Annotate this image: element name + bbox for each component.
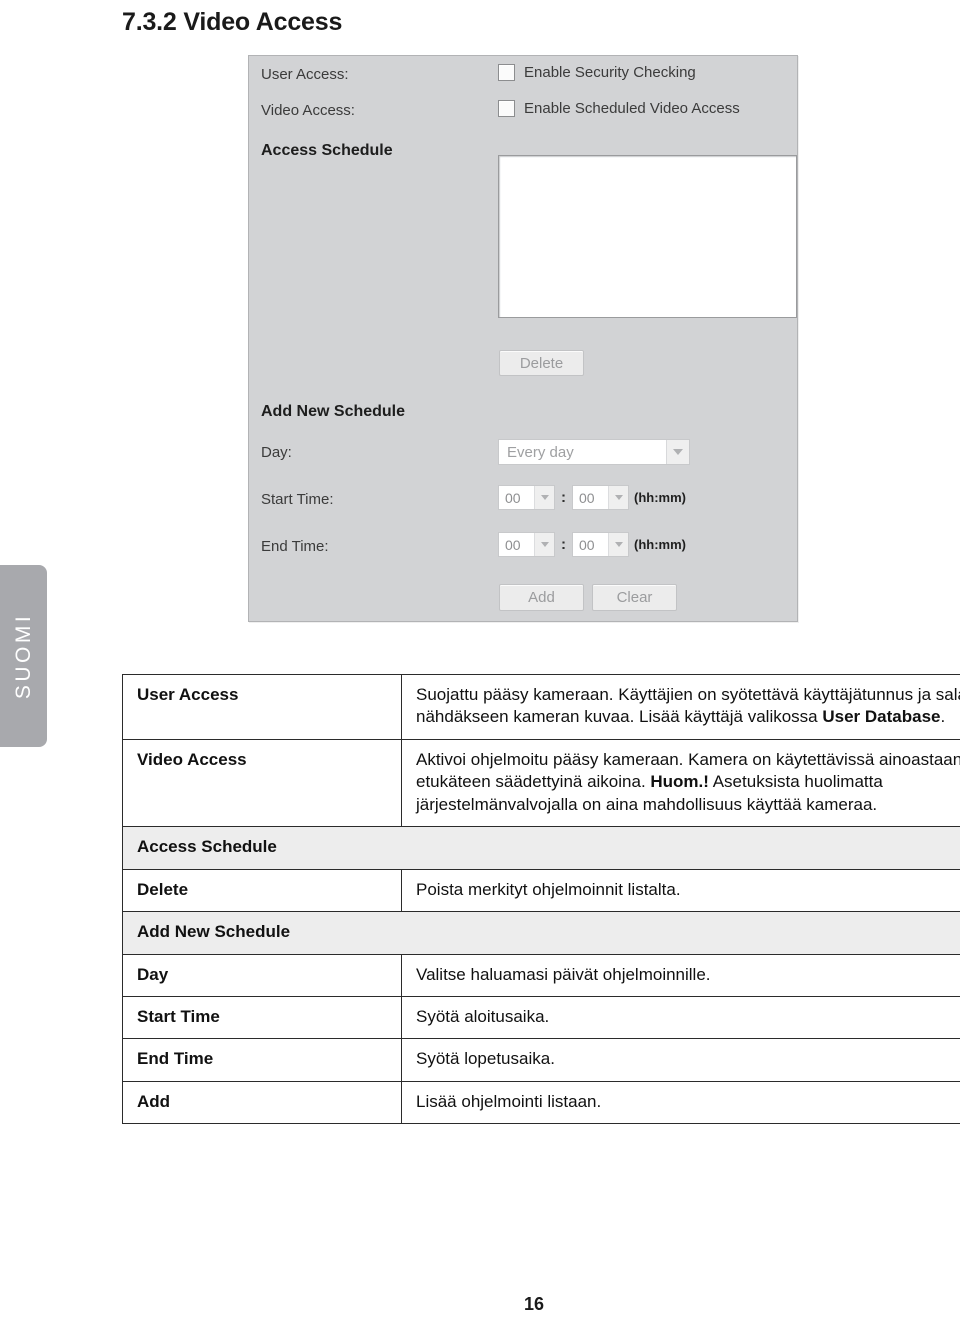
description-text: Syötä aloitusaika. bbox=[416, 1006, 550, 1026]
enable-security-checking-row[interactable]: Enable Security Checking bbox=[498, 64, 696, 81]
table-section-label: Access Schedule bbox=[122, 826, 960, 870]
chevron-down-icon bbox=[666, 440, 689, 464]
description-text: Lisää ohjelmointi listaan. bbox=[416, 1091, 602, 1111]
user-access-label: User Access: bbox=[261, 66, 349, 83]
table-cell-description: Poista merkityt ohjelmoinnit listalta. bbox=[401, 868, 960, 913]
table-cell-description: Suojattu pääsy kameraan. Käyttäjien on s… bbox=[401, 674, 960, 740]
table-cell-term: Video Access bbox=[122, 738, 402, 828]
table-row: Add Lisää ohjelmointi listaan. bbox=[122, 1080, 960, 1125]
chevron-down-icon bbox=[608, 533, 628, 556]
table-cell-description: Syötä aloitusaika. bbox=[401, 995, 960, 1040]
enable-security-checking-checkbox[interactable] bbox=[498, 64, 515, 81]
start-time-label: Start Time: bbox=[261, 491, 334, 508]
description-text: Poista merkityt ohjelmoinnit listalta. bbox=[416, 879, 681, 899]
end-time-label: End Time: bbox=[261, 538, 329, 555]
table-row: Delete Poista merkityt ohjelmoinnit lista… bbox=[122, 868, 960, 913]
language-tab-suomi: SUOMI bbox=[0, 565, 47, 747]
table-cell-term: Delete bbox=[122, 868, 402, 913]
chevron-down-icon bbox=[534, 486, 554, 509]
day-select-value: Every day bbox=[507, 443, 574, 461]
description-emphasis: User Database bbox=[822, 707, 941, 727]
clear-button[interactable]: Clear bbox=[592, 584, 677, 611]
table-body: User Access Suojattu pääsy kameraan. Käyt… bbox=[122, 674, 960, 1125]
video-access-label: Video Access: bbox=[261, 102, 355, 119]
description-text: Valitse haluamasi päivät ohjelmoinnille. bbox=[416, 964, 711, 984]
table-row: Video Access Aktivoi ohjelmoitu pääsy kam… bbox=[122, 738, 960, 828]
settings-reference-table: User Access Suojattu pääsy kameraan. Käyt… bbox=[122, 674, 960, 1125]
end-time-separator: : bbox=[561, 536, 566, 553]
language-tab-label: SUOMI bbox=[11, 612, 35, 700]
day-select[interactable]: Every day bbox=[498, 439, 690, 465]
start-hour-select[interactable]: 00 bbox=[498, 485, 555, 510]
start-minute-select[interactable]: 00 bbox=[572, 485, 629, 510]
description-emphasis: Huom.! bbox=[650, 772, 709, 792]
end-minute-select[interactable]: 00 bbox=[572, 532, 629, 557]
table-row: End Time Syötä lopetusaika. bbox=[122, 1038, 960, 1082]
table-cell-description: Valitse haluamasi päivät ohjelmoinnille. bbox=[401, 953, 960, 997]
video-access-screenshot: User Access: Enable Security Checking Vi… bbox=[248, 55, 798, 622]
chevron-down-icon bbox=[608, 486, 628, 509]
end-minute-value: 00 bbox=[579, 536, 595, 553]
table-section-row: Access Schedule bbox=[122, 826, 960, 870]
page-number: 16 bbox=[523, 1294, 545, 1314]
add-new-schedule-heading: Add New Schedule bbox=[261, 403, 406, 420]
enable-scheduled-video-access-label: Enable Scheduled Video Access bbox=[524, 100, 740, 117]
chevron-down-icon bbox=[534, 533, 554, 556]
table-cell-description: Aktivoi ohjelmoitu pääsy kameraan. Kamer… bbox=[401, 738, 960, 828]
table-section-label: Add New Schedule bbox=[122, 911, 960, 955]
start-time-format-hint: (hh:mm) bbox=[634, 490, 686, 505]
day-label: Day: bbox=[261, 444, 292, 461]
table-cell-description: Syötä lopetusaika. bbox=[401, 1038, 960, 1082]
start-time-separator: : bbox=[561, 489, 566, 506]
start-minute-value: 00 bbox=[579, 489, 595, 506]
table-row: Day Valitse haluamasi päivät ohjelmoinnil… bbox=[122, 953, 960, 997]
start-hour-value: 00 bbox=[505, 489, 521, 506]
table-cell-term: Day bbox=[122, 953, 402, 997]
end-time-group[interactable]: 00 : 00 (hh:mm) bbox=[498, 532, 686, 557]
table-row: Start Time Syötä aloitusaika. bbox=[122, 995, 960, 1040]
access-schedule-heading: Access Schedule bbox=[261, 142, 393, 159]
add-button[interactable]: Add bbox=[499, 584, 584, 611]
table-cell-description: Lisää ohjelmointi listaan. bbox=[401, 1080, 960, 1125]
page-title: 7.3.2 Video Access bbox=[122, 8, 343, 36]
enable-security-checking-label: Enable Security Checking bbox=[524, 64, 696, 81]
table-cell-term: User Access bbox=[122, 674, 402, 740]
table-cell-term: Add bbox=[122, 1080, 402, 1125]
end-hour-value: 00 bbox=[505, 536, 521, 553]
end-time-format-hint: (hh:mm) bbox=[634, 537, 686, 552]
access-schedule-listbox[interactable] bbox=[498, 155, 797, 318]
start-time-group[interactable]: 00 : 00 (hh:mm) bbox=[498, 485, 686, 510]
table-cell-term: Start Time bbox=[122, 995, 402, 1040]
enable-scheduled-video-access-checkbox[interactable] bbox=[498, 100, 515, 117]
enable-scheduled-video-access-row[interactable]: Enable Scheduled Video Access bbox=[498, 100, 740, 117]
table-row: User Access Suojattu pääsy kameraan. Käyt… bbox=[122, 674, 960, 740]
end-hour-select[interactable]: 00 bbox=[498, 532, 555, 557]
table-cell-term: End Time bbox=[122, 1038, 402, 1082]
description-text: Syötä lopetusaika. bbox=[416, 1049, 555, 1069]
table-section-row: Add New Schedule bbox=[122, 911, 960, 955]
delete-button[interactable]: Delete bbox=[499, 350, 584, 376]
description-text: . bbox=[940, 707, 946, 727]
